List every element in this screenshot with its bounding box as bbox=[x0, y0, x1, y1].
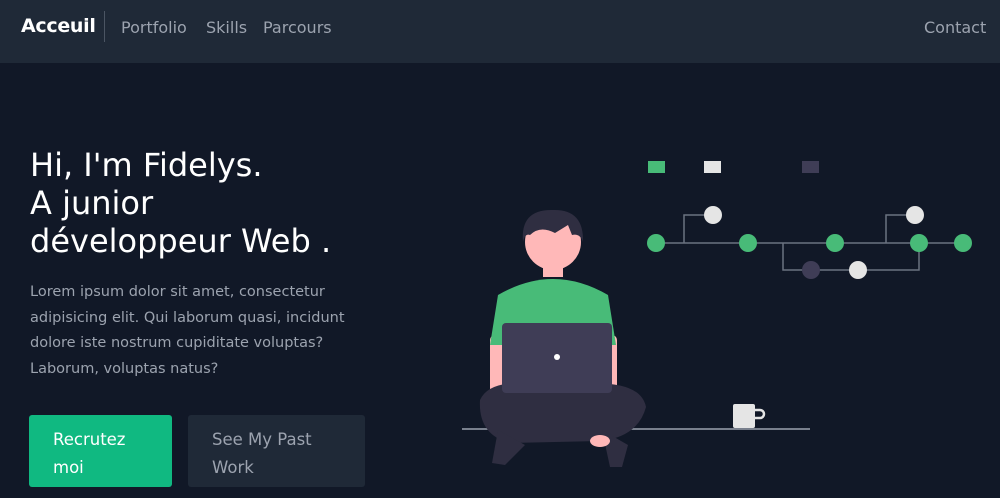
coffee-mug-icon bbox=[733, 404, 766, 428]
nav-link-skills[interactable]: Skills bbox=[206, 18, 247, 37]
nav-brand-acceuil[interactable]: Acceuil bbox=[21, 15, 96, 37]
nav-link-contact[interactable]: Contact bbox=[924, 18, 986, 37]
nav-link-parcours[interactable]: Parcours bbox=[263, 18, 332, 37]
git-graph-icon bbox=[647, 161, 972, 279]
nav-link-portfolio[interactable]: Portfolio bbox=[121, 18, 187, 37]
developer-with-laptop-illustration bbox=[462, 161, 972, 467]
hero-title-line: développeur Web . bbox=[30, 222, 332, 260]
hero-title: Hi, I'm Fidelys. A junior développeur We… bbox=[30, 146, 410, 260]
nav-divider bbox=[104, 11, 105, 42]
hero-title-line: A junior bbox=[30, 184, 154, 222]
hero-description: Lorem ipsum dolor sit amet, consectetur … bbox=[30, 284, 345, 377]
see-past-work-button[interactable]: See My Past Work bbox=[188, 415, 365, 487]
navbar: Acceuil Portfolio Skills Parcours Contac… bbox=[0, 0, 1000, 63]
hero-title-line: Hi, I'm Fidelys. bbox=[30, 146, 263, 184]
recrutez-moi-button[interactable]: Recrutez moi bbox=[29, 415, 172, 487]
laptop-icon bbox=[502, 323, 612, 393]
